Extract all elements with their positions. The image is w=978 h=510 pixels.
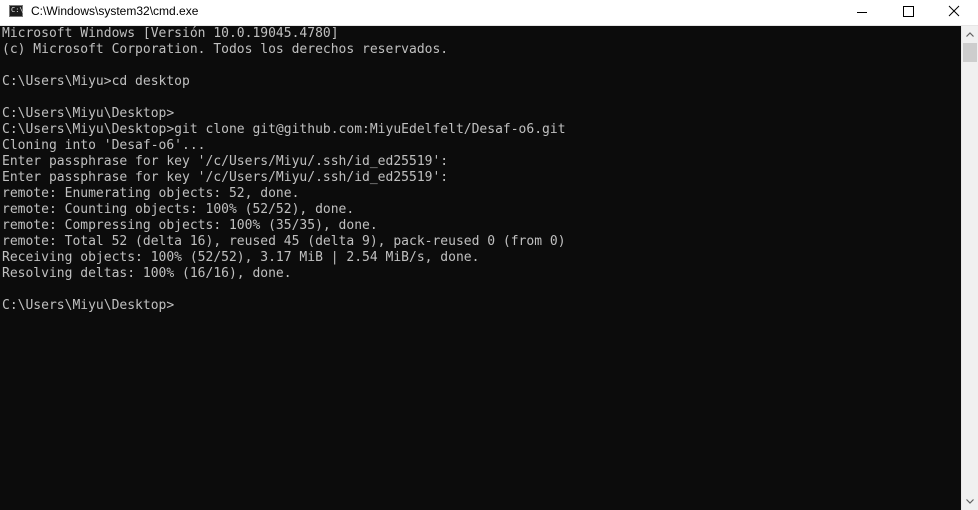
window-title: C:\Windows\system32\cmd.exe [31, 4, 199, 18]
console-prompt-line: C:\Users\Miyu\Desktop> [2, 298, 175, 313]
console-line: remote: Counting objects: 100% (52/52), … [2, 202, 355, 217]
console-line: C:\Users\Miyu\Desktop> [2, 106, 175, 121]
close-button[interactable] [931, 0, 977, 25]
minimize-button[interactable] [839, 0, 885, 25]
console-line: Cloning into 'Desaf-o6'... [2, 138, 206, 153]
console-output[interactable]: Microsoft Windows [Versión 10.0.19045.47… [0, 26, 961, 510]
title-bar[interactable]: C:\ C:\Windows\system32\cmd.exe [0, 0, 978, 26]
console-line: remote: Compressing objects: 100% (35/35… [2, 218, 378, 233]
console-line: C:\Users\Miyu>cd desktop [2, 74, 190, 89]
vertical-scrollbar[interactable] [961, 26, 978, 510]
scroll-up-button[interactable] [962, 26, 978, 43]
console-line: C:\Users\Miyu\Desktop>git clone git@gith… [2, 122, 566, 137]
console-line: Resolving deltas: 100% (16/16), done. [2, 266, 292, 281]
minimize-icon [857, 12, 867, 13]
console-line: Receiving objects: 100% (52/52), 3.17 Mi… [2, 250, 480, 265]
console-line: Microsoft Windows [Versión 10.0.19045.47… [2, 26, 339, 41]
scroll-down-arrow-icon [966, 499, 974, 504]
cmd-prompt-glyph: C:\ [11, 6, 24, 14]
scroll-thumb[interactable] [963, 43, 977, 62]
maximize-button[interactable] [885, 0, 931, 25]
close-icon [948, 5, 960, 17]
console-line: Enter passphrase for key '/c/Users/Miyu/… [2, 154, 449, 169]
scroll-down-button[interactable] [962, 493, 978, 510]
console-line: remote: Total 52 (delta 16), reused 45 (… [2, 234, 566, 249]
maximize-icon [903, 6, 914, 17]
console-line: Enter passphrase for key '/c/Users/Miyu/… [2, 170, 449, 185]
console-line: (c) Microsoft Corporation. Todos los der… [2, 42, 449, 57]
cmd-icon[interactable]: C:\ [9, 5, 24, 17]
scroll-up-arrow-icon [966, 32, 974, 37]
console-line: remote: Enumerating objects: 52, done. [2, 186, 300, 201]
cmd-window: C:\ C:\Windows\system32\cmd.exe Microsof… [0, 0, 978, 510]
